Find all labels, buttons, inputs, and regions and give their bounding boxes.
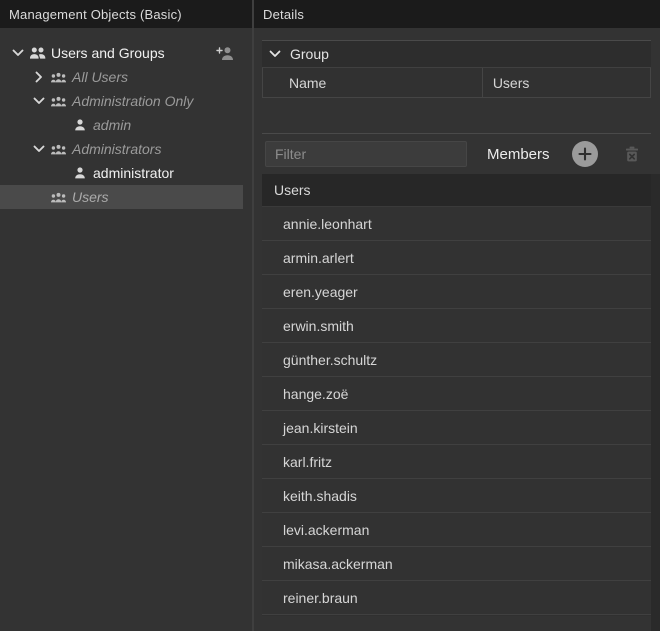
member-row[interactable]: levi.ackerman	[262, 513, 651, 547]
member-name: karl.fritz	[283, 454, 332, 470]
plus-icon	[578, 147, 592, 161]
column-header-users: Users	[483, 68, 650, 97]
filter-input[interactable]	[265, 141, 467, 167]
members-list-header: Users	[262, 174, 651, 207]
spacer	[262, 98, 651, 133]
tree-item-all-users[interactable]: All Users	[0, 65, 243, 89]
tree-item-label: administrator	[93, 165, 174, 181]
member-name: keith.shadis	[283, 488, 357, 504]
tree-item-label: Users and Groups	[51, 45, 165, 61]
member-row[interactable]: keith.shadis	[262, 479, 651, 513]
member-name: hange.zoë	[283, 386, 348, 402]
group-icon	[48, 72, 69, 83]
tree-item-users-and-groups[interactable]: Users and Groups	[0, 41, 243, 65]
tree-item-administrators[interactable]: Administrators	[0, 137, 243, 161]
chevron-down-icon[interactable]	[269, 50, 281, 58]
users-icon	[27, 47, 48, 59]
details-title: Details	[263, 7, 304, 22]
add-user-icon[interactable]	[216, 46, 235, 61]
tree-item-admin[interactable]: admin	[0, 113, 243, 137]
member-name: annie.leonhart	[283, 216, 372, 232]
left-panel-title: Management Objects (Basic)	[9, 7, 182, 22]
object-tree: Users and Groups All Users Administration …	[0, 28, 252, 209]
group-icon	[48, 96, 69, 107]
trash-icon	[623, 145, 641, 163]
management-objects-panel: Management Objects (Basic) Users and Gro…	[0, 0, 252, 631]
tree-item-administration-only[interactable]: Administration Only	[0, 89, 243, 113]
column-header-name: Name	[263, 68, 483, 97]
scrollbar-track	[651, 174, 660, 631]
member-name: mikasa.ackerman	[283, 556, 393, 572]
tree-item-administrator[interactable]: administrator	[0, 161, 243, 185]
members-label: Members	[487, 146, 550, 163]
member-name: armin.arlert	[283, 250, 354, 266]
member-name: erwin.smith	[283, 318, 354, 334]
member-row[interactable]: eren.yeager	[262, 275, 651, 309]
member-name: levi.ackerman	[283, 522, 369, 538]
chevron-down-icon[interactable]	[8, 49, 27, 57]
member-row[interactable]: mikasa.ackerman	[262, 547, 651, 581]
group-table-header: Name Users	[262, 67, 651, 98]
member-name: jean.kirstein	[283, 420, 358, 436]
tree-item-label: Administrators	[72, 141, 161, 157]
tree-item-label: admin	[93, 117, 131, 133]
member-row[interactable]: reiner.braun	[262, 581, 651, 615]
member-row[interactable]: jean.kirstein	[262, 411, 651, 445]
tree-item-label: Administration Only	[72, 93, 193, 109]
member-row[interactable]: günther.schultz	[262, 343, 651, 377]
tree-item-users[interactable]: Users	[0, 185, 243, 209]
left-panel-header: Management Objects (Basic)	[0, 0, 252, 28]
member-name: reiner.braun	[283, 590, 358, 606]
members-list: annie.leonhart armin.arlert eren.yeager erw…	[262, 207, 651, 615]
details-panel: Details Group Name Users	[254, 0, 660, 631]
details-body: Group Name Users Members	[254, 28, 660, 631]
person-icon	[69, 167, 90, 179]
group-icon	[48, 144, 69, 155]
tree-item-label: All Users	[72, 69, 128, 85]
details-panel-header: Details	[254, 0, 660, 28]
tree-item-label: Users	[72, 189, 109, 205]
group-icon	[48, 192, 69, 203]
add-member-button[interactable]	[572, 141, 598, 167]
group-section-label: Group	[290, 46, 329, 62]
member-row[interactable]: annie.leonhart	[262, 207, 651, 241]
member-row[interactable]: karl.fritz	[262, 445, 651, 479]
member-row[interactable]: hange.zoë	[262, 377, 651, 411]
app-window: Management Objects (Basic) Users and Gro…	[0, 0, 660, 631]
member-row[interactable]: armin.arlert	[262, 241, 651, 275]
chevron-down-icon[interactable]	[29, 97, 48, 105]
delete-member-button[interactable]	[623, 145, 641, 163]
member-name: günther.schultz	[283, 352, 377, 368]
group-section-header[interactable]: Group	[262, 40, 651, 67]
member-name: eren.yeager	[283, 284, 358, 300]
chevron-right-icon[interactable]	[29, 71, 48, 83]
person-icon	[69, 119, 90, 131]
chevron-down-icon[interactable]	[29, 145, 48, 153]
member-row[interactable]: erwin.smith	[262, 309, 651, 343]
members-section: Members	[262, 133, 651, 616]
members-toolbar: Members	[262, 134, 651, 174]
